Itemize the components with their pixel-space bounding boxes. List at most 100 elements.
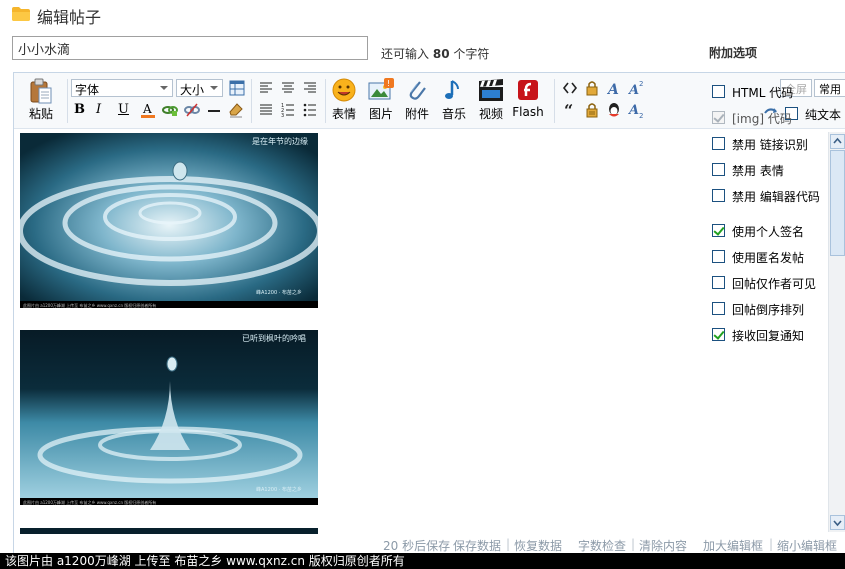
option-label: [img] 代码 [732,112,792,126]
clear-content-link[interactable]: 清除内容 [639,537,687,554]
image-watermark: 峰A1200 · 布苗之乡 [256,289,302,296]
status-divider: | [506,537,511,551]
enlarge-editor-link[interactable]: 加大编辑框 [703,537,763,554]
option-checkbox[interactable] [712,163,725,176]
content-image[interactable]: 已听到枫叶的吟唱 峰A1200 · 布苗之乡 此图片由 a1200万峰湖 上传至… [20,330,318,505]
clipboard-icon [30,78,52,104]
svg-text:2: 2 [639,80,643,88]
font-size-value: 大小 [180,83,205,97]
font-color-icon[interactable]: A [140,102,156,118]
editor-status-bar: 20 秒后保存 保存数据 | 恢复数据 字数检查 | 清除内容 加大编辑框 | … [14,536,845,553]
font-size-select[interactable]: 大小 [176,79,223,97]
page-title: 编辑帖子 [37,8,102,27]
plain-text-label: 纯文本 [805,108,842,122]
option-checkbox[interactable] [712,137,725,150]
option-label: 回帖仅作者可见 [732,277,817,291]
quote-icon[interactable]: “ [562,102,578,118]
toolbar-separator [554,79,555,123]
unlink-icon[interactable] [184,102,200,118]
svg-text:2: 2 [639,112,643,118]
option-checkbox[interactable] [712,250,725,263]
option-label: 禁用 编辑器代码 [732,190,820,204]
content-image[interactable]: 是在年节的边缘 峰A1200 · 布苗之乡 此图片由 a1200万峰湖 上传至 … [20,133,318,308]
option-checkbox[interactable] [712,189,725,202]
toolbar-separator [67,79,68,123]
svg-text:A: A [142,102,152,116]
qq-icon[interactable] [606,102,622,118]
font-family-value: 字体 [75,83,100,97]
word-count-link[interactable]: 字数检查 [578,537,626,554]
superscript-icon[interactable]: A 2 [628,80,644,96]
svg-text:“: “ [564,102,573,118]
subscript-icon[interactable]: A 2 [628,102,644,118]
scroll-down-button[interactable] [830,515,845,530]
subject-input[interactable] [12,36,368,60]
autosave-countdown: 20 秒后保存 [383,539,451,553]
emoticon-button[interactable]: 表情 [331,78,357,122]
save-data-link[interactable]: 保存数据 [453,537,501,554]
char-remain-hint: 还可输入 80 个字符 [381,45,489,62]
hidden-content-icon[interactable] [584,102,600,118]
align-right-icon[interactable] [302,80,318,96]
horizontal-rule-icon[interactable] [206,102,222,118]
scroll-up-button[interactable] [830,134,845,149]
image-button[interactable]: ! 图片 [368,78,394,122]
option-checkbox [712,111,725,124]
svg-text:3: 3 [281,113,284,118]
status-divider: | [769,537,774,551]
option-label: 回帖倒序排列 [732,303,805,317]
music-button[interactable]: 音乐 [442,78,466,122]
restore-data-link[interactable]: 恢复数据 [514,537,562,554]
paste-label: 粘贴 [28,107,53,121]
code-icon[interactable] [562,80,578,96]
option-checkbox[interactable] [712,302,725,315]
paperclip-icon [409,81,426,100]
status-divider: | [631,537,636,551]
italic-icon[interactable]: I [96,102,112,118]
svg-text:!: ! [387,79,390,88]
water-splash-image: 已听到枫叶的吟唱 峰A1200 · 布苗之乡 此图片由 a1200万峰湖 上传至… [20,330,318,505]
bold-icon[interactable]: B [74,102,90,118]
water-ripple-image: 是在年节的边缘 峰A1200 · 布苗之乡 此图片由 a1200万峰湖 上传至 … [20,133,318,308]
smiley-icon [332,78,356,102]
image-icon: ! [368,78,394,100]
video-button[interactable]: 视频 [478,78,504,122]
option-checkbox[interactable] [712,85,725,98]
attachment-button[interactable]: 附件 [405,78,429,122]
option-checkbox[interactable] [712,224,725,237]
common-mode-button[interactable]: 常用 [814,79,845,97]
bullet-list-icon[interactable] [302,102,318,118]
paste-button[interactable]: 粘贴 [22,78,60,122]
editor-scrollbar[interactable] [828,132,845,532]
common-mode-label: 常用 [819,83,841,96]
table-icon[interactable] [229,80,245,96]
justify-icon[interactable] [258,102,274,118]
chevron-down-icon [210,86,218,90]
font-family-select[interactable]: 字体 [71,79,173,97]
scroll-thumb[interactable] [830,150,845,256]
image-caption-top: 已听到枫叶的吟唱 [242,333,306,343]
extra-options-title: 附加选项 [709,46,758,60]
lock-icon[interactable] [584,80,600,96]
ordered-list-icon[interactable]: 123 [280,102,296,118]
svg-text:A: A [628,103,639,118]
option-checkbox[interactable] [712,276,725,289]
char-remain-suffix: 个字符 [453,47,490,61]
svg-text:A: A [606,82,619,96]
align-left-icon[interactable] [258,80,274,96]
option-label: 接收回复通知 [732,329,805,343]
font-style-icon[interactable]: A [606,80,622,96]
chevron-down-icon [160,86,168,90]
toolbar-separator [251,79,252,123]
option-label: 禁用 表情 [732,164,784,178]
option-checkbox[interactable] [712,328,725,341]
chevron-down-icon [833,520,842,527]
align-center-icon[interactable] [280,80,296,96]
flash-button[interactable]: Flash [512,78,544,122]
clear-format-icon[interactable] [228,102,244,118]
shrink-editor-link[interactable]: 缩小编辑框 [777,537,837,554]
content-image-partial [20,528,318,534]
link-icon[interactable] [162,102,178,118]
underline-icon[interactable]: U [118,102,134,118]
folder-icon [12,7,30,21]
